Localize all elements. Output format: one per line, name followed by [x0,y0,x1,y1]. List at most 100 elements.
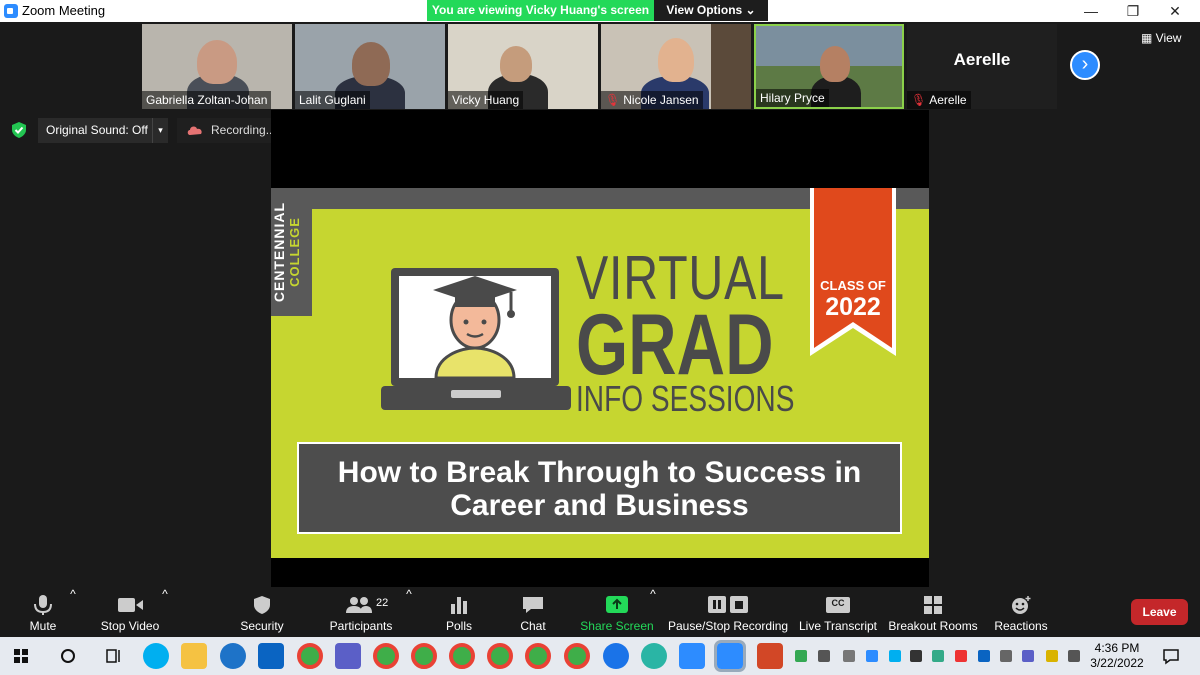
person-figure [352,42,390,86]
presentation-slide: CENTENNIAL COLLEGE VIRTUAL GRAD INFO SES… [271,188,929,558]
volume-tray-icon[interactable] [1068,650,1080,662]
chrome-icon[interactable] [487,643,513,669]
close-button[interactable]: ✕ [1155,0,1195,22]
participant-name: Vicky Huang [448,91,524,109]
outlook-tray-icon[interactable] [978,650,990,662]
slide-info-sessions-text: INFO SESSIONS [576,378,795,419]
reactions-button[interactable]: Reactions [990,587,1052,637]
network-tray-icon[interactable] [910,650,922,662]
chat-button[interactable]: Chat [510,587,556,637]
zoom-meeting-icon[interactable] [714,640,746,672]
video-camera-icon [118,598,143,612]
edge-icon[interactable] [641,643,667,669]
outlook-icon[interactable] [258,643,284,669]
microphone-icon [34,595,52,615]
security-button[interactable]: Security [234,587,290,637]
zoom-tray-icon[interactable] [866,650,878,662]
breakout-rooms-button[interactable]: Breakout Rooms [888,587,978,637]
maximize-button[interactable]: ❐ [1113,0,1153,22]
polls-button[interactable]: Polls [436,587,482,637]
video-options-caret[interactable]: ^ [160,587,170,637]
notification-center-icon[interactable] [1158,643,1184,669]
participant-name: 🎙 Aerelle [907,91,971,109]
zoom-app-icon[interactable] [679,643,705,669]
powerpoint-icon[interactable] [757,643,783,669]
share-screen-button[interactable]: Share Screen [580,587,654,637]
video-tile-lalit[interactable]: Lalit Guglani [295,24,445,109]
minimize-button[interactable]: — [1071,0,1111,22]
skype-icon[interactable] [143,643,169,669]
chrome-icon[interactable] [449,643,475,669]
reactions-smiley-icon [1012,596,1031,614]
teams-icon[interactable] [335,643,361,669]
video-tile-aerelle[interactable]: Aerelle 🎙 Aerelle [907,24,1057,109]
globe-tray-icon[interactable] [932,650,944,662]
grid-icon: ▦ [1141,31,1156,45]
participants-count: 22 [376,597,389,609]
chrome-icon[interactable] [411,643,437,669]
clock-time: 4:36 PM [1094,641,1140,655]
pause-stop-icon [708,596,748,613]
original-sound-toggle[interactable]: Original Sound: Off [38,118,152,143]
participant-gallery: Gabriella Zoltan-Johan Lalit Guglani Vic… [0,23,1200,110]
file-explorer-icon[interactable] [181,643,207,669]
muted-mic-icon: 🎙 [605,93,621,107]
college-logo: CENTENNIAL COLLEGE [271,201,302,303]
security-tray-icon[interactable] [955,650,967,662]
key-tray-icon[interactable] [1046,650,1058,662]
person-figure [658,38,694,82]
encryption-shield-icon [12,122,26,138]
slide-subtitle-line: How to Break Through to Success in [337,456,862,489]
wifi-tray-icon[interactable] [843,650,855,662]
mute-button[interactable]: Mute [20,587,66,637]
meeting-toolbar: Mute ^ Stop Video ^ Security 22 Particip… [0,587,1200,637]
leave-meeting-button[interactable]: Leave [1131,599,1188,625]
next-page-arrow-icon[interactable]: › [1070,50,1100,80]
pause-stop-recording-button[interactable]: Pause/Stop Recording [668,587,788,637]
participants-options-caret[interactable]: ^ [404,587,414,637]
graduate-laptop-icon [381,268,571,410]
view-options-button[interactable]: View Options ⌄ [654,0,768,21]
ribbon-class-of: CLASS OF [820,278,886,293]
zoom-logo-icon [4,4,18,18]
video-tile-gabriella[interactable]: Gabriella Zoltan-Johan [142,24,292,109]
chrome-icon[interactable] [297,643,323,669]
person-figure [820,46,850,82]
battery-tray-icon[interactable] [818,650,830,662]
display-tray-icon[interactable] [1000,650,1012,662]
clock-date: 3/22/2022 [1090,656,1144,670]
edge-legacy-icon[interactable] [603,643,629,669]
teams-tray-icon[interactable] [1022,650,1034,662]
audio-options-caret[interactable]: ^ [68,587,78,637]
video-tile-nicole[interactable]: 🎙 Nicole Jansen [601,24,751,109]
view-button[interactable]: ▦ View [1141,31,1181,45]
cloud-recording-icon [187,126,202,135]
drive-tray-icon[interactable] [795,650,807,662]
chrome-icon[interactable] [373,643,399,669]
system-clock[interactable]: 4:36 PM 3/22/2022 [1090,641,1144,671]
task-view-icon[interactable] [100,643,126,669]
windows-start-icon[interactable] [8,643,34,669]
ribbon-year: 2022 [825,293,881,321]
college-tab: CENTENNIAL COLLEGE [271,188,312,316]
internet-explorer-icon[interactable] [220,643,246,669]
search-icon[interactable] [55,643,81,669]
shared-screen: CENTENNIAL COLLEGE VIRTUAL GRAD INFO SES… [271,110,929,587]
video-tile-hilary[interactable]: Hilary Pryce [754,24,904,109]
breakout-rooms-icon [924,596,942,614]
skype-tray-icon[interactable] [889,650,901,662]
chrome-icon[interactable] [525,643,551,669]
share-options-caret[interactable]: ^ [648,587,658,637]
slide-subtitle-box: How to Break Through to Success in Caree… [297,442,902,534]
participants-button[interactable]: 22 Participants [326,587,396,637]
bookshelf [711,24,751,109]
video-tile-vicky[interactable]: Vicky Huang [448,24,598,109]
cc-label: CC [831,598,845,608]
stop-video-button[interactable]: Stop Video [96,587,164,637]
chrome-icon[interactable] [564,643,590,669]
muted-mic-icon: 🎙 [911,93,927,107]
polls-icon [451,597,467,614]
original-sound-dropdown[interactable]: ▾ [152,118,168,143]
person-figure [197,40,237,84]
live-transcript-button[interactable]: CC Live Transcript [798,587,878,637]
